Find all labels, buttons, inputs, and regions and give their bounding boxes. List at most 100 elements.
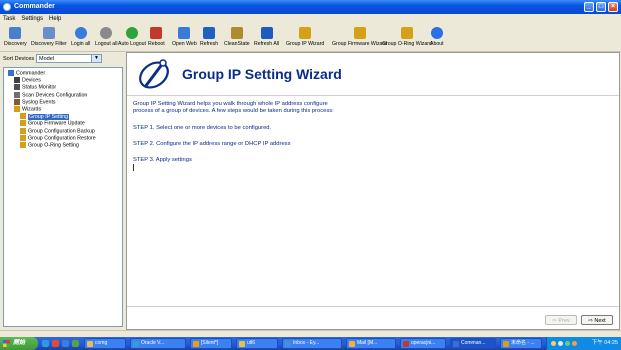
toolbar-label: Auto Logout bbox=[118, 41, 146, 47]
toolbar-label: Refresh All bbox=[254, 41, 280, 47]
task-label: 未命名 - ... bbox=[511, 340, 535, 346]
task-app-icon bbox=[503, 341, 509, 347]
tree-item-group-ip-setting[interactable]: Group IP Setting bbox=[20, 113, 70, 120]
taskbar-task[interactable]: comg bbox=[84, 338, 126, 349]
wizard-panel: Group IP Setting Wizard Group IP Setting… bbox=[126, 52, 620, 330]
sort-select-value: Model bbox=[39, 56, 54, 62]
toolbar-button-open-web[interactable]: Open Web bbox=[172, 27, 197, 50]
task-label: comg bbox=[95, 340, 108, 346]
sort-select[interactable]: Model ▼ bbox=[36, 54, 102, 63]
user-icon bbox=[74, 27, 87, 39]
close-button[interactable]: × bbox=[608, 2, 618, 12]
quicklaunch-desktop-icon[interactable] bbox=[42, 340, 49, 347]
tree-item-group-o-ring-setting[interactable]: Group O-Ring Setting bbox=[20, 142, 79, 149]
wand-icon bbox=[400, 27, 413, 39]
menu-help[interactable]: Help bbox=[46, 14, 64, 24]
task-label: utl6 bbox=[247, 340, 256, 346]
taskbar-task[interactable]: 未命名 - ... bbox=[500, 338, 542, 349]
tree-item-label: Group Configuration Restore bbox=[28, 135, 96, 142]
tree-item-label: Group Firmware Update bbox=[28, 120, 85, 127]
wizard-title: Group IP Setting Wizard bbox=[182, 66, 342, 82]
toolbar-button-group-ip-wizard[interactable]: Group IP Wizard bbox=[286, 27, 324, 50]
wizard-wand-icon bbox=[139, 59, 169, 89]
tree-item-scan-devices-configuration[interactable]: Scan Devices Configuration bbox=[14, 91, 88, 99]
user-gray-icon bbox=[100, 27, 113, 39]
toolbar-button-refresh-all[interactable]: Refresh All bbox=[254, 27, 279, 50]
tree-item-devices[interactable]: Devices bbox=[14, 77, 41, 84]
prev-button[interactable]: ⇦ Prev bbox=[545, 315, 577, 325]
minimize-button[interactable]: _ bbox=[584, 2, 594, 12]
taskbar-task[interactable]: [Silent*] bbox=[190, 338, 232, 349]
taskbar-task[interactable]: Oracle V... bbox=[130, 338, 186, 349]
quicklaunch-browser-icon[interactable] bbox=[62, 340, 69, 347]
tree-item-syslog-events[interactable]: Syslog Events bbox=[14, 98, 56, 106]
toolbar-button-refresh[interactable]: Refresh bbox=[200, 27, 218, 50]
menu-bar: Task Settings Help bbox=[0, 14, 621, 24]
taskbar-task[interactable]: utl6 bbox=[236, 338, 278, 349]
task-app-icon bbox=[193, 341, 199, 347]
chevron-down-icon[interactable]: ▼ bbox=[91, 55, 101, 62]
wand-icon bbox=[20, 134, 26, 141]
toolbar-button-reboot[interactable]: Reboot bbox=[148, 27, 165, 50]
toolbar-button-discovery[interactable]: Discovery bbox=[4, 27, 27, 50]
tree-item-group-configuration-backup[interactable]: Group Configuration Backup bbox=[20, 127, 95, 135]
toolbar-button-group-firmware-wizard[interactable]: Group Firmware Wizard bbox=[332, 27, 387, 50]
step-2-text: STEP 2. Configure the IP address range o… bbox=[133, 141, 291, 147]
toolbar: Discovery Discovery Filter Login all Logout… bbox=[0, 24, 621, 52]
maximize-button[interactable]: □ bbox=[596, 2, 606, 12]
menu-settings[interactable]: Settings bbox=[18, 14, 46, 24]
next-button[interactable]: ⇨ Next bbox=[581, 315, 613, 325]
clock: 下午 04:25 bbox=[591, 340, 618, 346]
tree-item-label: Commander bbox=[16, 70, 46, 77]
task-label: Comman... bbox=[461, 340, 486, 346]
taskbar-task[interactable]: Mail [M... bbox=[346, 338, 396, 349]
toolbar-label: Group Firmware Wizard bbox=[332, 41, 388, 47]
task-app-icon bbox=[453, 341, 459, 347]
task-app-icon bbox=[403, 341, 409, 347]
tray-security-icon[interactable] bbox=[565, 341, 570, 346]
toolbar-label: Refresh bbox=[200, 41, 219, 47]
navigation-tree[interactable]: Commander Devices Status Monitor Scan Devic… bbox=[3, 67, 123, 327]
quicklaunch-app-icon[interactable] bbox=[72, 340, 79, 347]
footer-divider bbox=[127, 306, 619, 307]
toolbar-label: CleanState bbox=[224, 41, 250, 47]
tree-item-label: Group O-Ring Setting bbox=[28, 142, 79, 149]
taskbar-task[interactable]: operacjni... bbox=[400, 338, 446, 349]
toolbar-button-group-o-ring-wizard[interactable]: Group O-Ring Wizard bbox=[382, 27, 432, 50]
toolbar-label: About bbox=[430, 41, 444, 47]
taskbar-task[interactable]: Inbox - Ey... bbox=[282, 338, 342, 349]
toolbar-button-discovery-filter[interactable]: Discovery Filter bbox=[31, 27, 67, 50]
menu-task[interactable]: Task bbox=[0, 14, 18, 24]
windows-flag-icon bbox=[3, 340, 10, 347]
wand-icon bbox=[20, 120, 26, 127]
toolbar-label: Logout all bbox=[95, 41, 118, 47]
quicklaunch-media-icon[interactable] bbox=[52, 340, 59, 347]
tray-update-icon[interactable] bbox=[572, 341, 577, 346]
toolbar-button-about[interactable]: About bbox=[430, 27, 444, 50]
task-label: operacjni... bbox=[411, 340, 436, 346]
toolbar-button-login-all[interactable]: Login all bbox=[71, 27, 90, 50]
tree-item-status-monitor[interactable]: Status Monitor bbox=[14, 84, 56, 91]
tree-item-wizards[interactable]: Wizards bbox=[14, 106, 41, 113]
toolbar-button-cleanstate[interactable]: CleanState bbox=[224, 27, 250, 50]
task-label: [Silent*] bbox=[201, 340, 219, 346]
tree-item-commander[interactable]: Commander bbox=[8, 70, 45, 77]
toolbar-button-auto-logout[interactable]: Auto Logout bbox=[118, 27, 146, 50]
tray-network-icon[interactable] bbox=[551, 341, 556, 346]
tree-item-label: Devices bbox=[22, 77, 41, 84]
tree-item-label: Scan Devices Configuration bbox=[22, 92, 88, 98]
wand-icon bbox=[20, 113, 26, 120]
tree-item-label: Wizards bbox=[22, 106, 42, 113]
tree-item-label: Group Configuration Backup bbox=[28, 128, 95, 134]
tree-item-group-configuration-restore[interactable]: Group Configuration Restore bbox=[20, 134, 96, 142]
tree-item-group-firmware-update[interactable]: Group Firmware Update bbox=[20, 120, 85, 127]
tray-volume-icon[interactable] bbox=[558, 341, 563, 346]
wand-icon bbox=[299, 27, 312, 39]
start-button[interactable]: 開始 bbox=[0, 337, 38, 350]
taskbar-task[interactable]: Comman... bbox=[450, 338, 496, 349]
title-bar: Commander _ □ × bbox=[0, 0, 621, 14]
web-page-icon bbox=[178, 27, 191, 39]
filter-magnifier-icon bbox=[42, 27, 55, 39]
sidebar: Sort Devices By: Model ▼ Commander Device… bbox=[0, 52, 124, 330]
toolbar-button-logout-all[interactable]: Logout all bbox=[95, 27, 118, 50]
